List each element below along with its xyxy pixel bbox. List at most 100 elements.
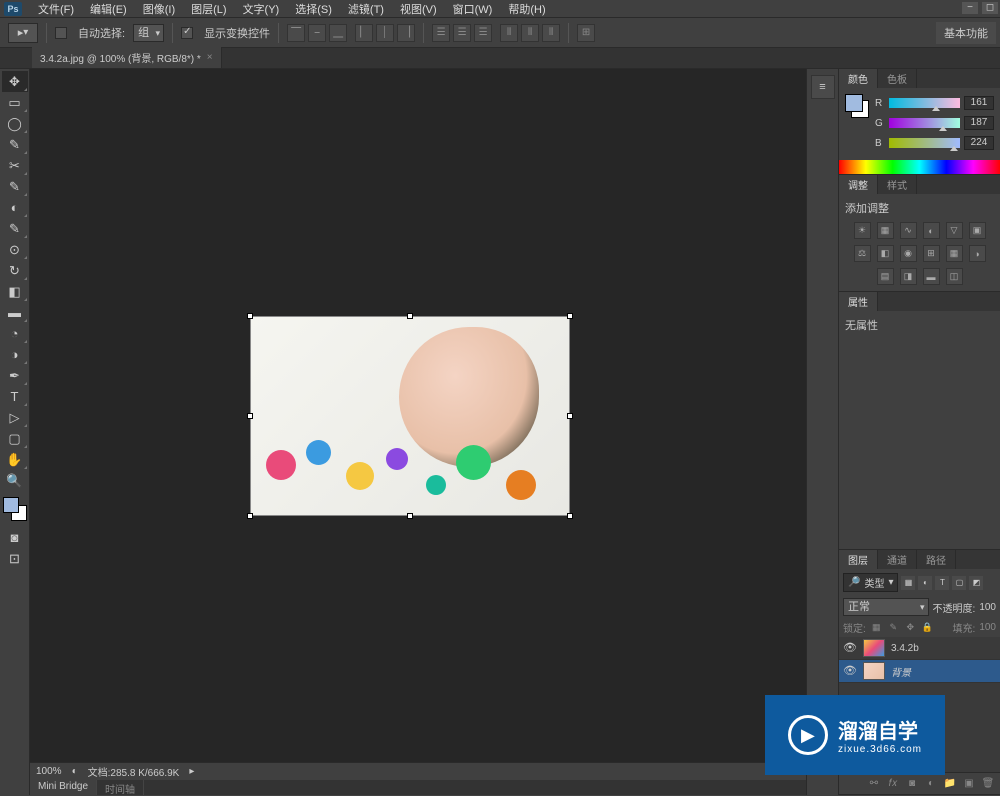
- tab-layers[interactable]: 图层: [839, 550, 878, 569]
- align-hcenter-icon[interactable]: │: [376, 24, 394, 42]
- quick-select-tool[interactable]: ✎: [2, 134, 28, 155]
- show-transform-checkbox[interactable]: [181, 27, 193, 39]
- eraser-tool[interactable]: ◧: [2, 281, 28, 302]
- doc-size[interactable]: 文档:285.8 K/666.9K: [88, 764, 180, 779]
- dist-vcenter-icon[interactable]: ☰: [453, 24, 471, 42]
- b-slider[interactable]: [889, 138, 960, 148]
- tab-styles[interactable]: 样式: [878, 175, 917, 194]
- g-slider[interactable]: [889, 118, 960, 128]
- gradient-map-icon[interactable]: ▬: [923, 268, 940, 285]
- move-tool[interactable]: ✥: [2, 71, 28, 92]
- transform-handle[interactable]: [247, 313, 253, 319]
- delete-layer-icon[interactable]: 🗑: [980, 776, 996, 792]
- screen-mode-tool[interactable]: ⊡: [2, 548, 28, 569]
- photo-filter-icon[interactable]: ◉: [900, 245, 917, 262]
- dist-top-icon[interactable]: ☰: [432, 24, 450, 42]
- foreground-color[interactable]: [3, 497, 19, 513]
- slider-thumb[interactable]: [939, 126, 947, 131]
- transform-handle[interactable]: [567, 413, 573, 419]
- layer-group-icon[interactable]: 📁: [942, 776, 958, 792]
- minimize-button[interactable]: −: [962, 2, 978, 14]
- tab-mini-bridge[interactable]: Mini Bridge: [30, 780, 97, 795]
- filter-shape-icon[interactable]: ▢: [952, 576, 966, 590]
- zoom-tool[interactable]: 🔍: [2, 470, 28, 491]
- visibility-toggle[interactable]: 👁: [843, 641, 857, 655]
- lock-pixels-icon[interactable]: ✎: [887, 621, 900, 634]
- menu-select[interactable]: 选择(S): [287, 0, 340, 19]
- transform-handle[interactable]: [567, 313, 573, 319]
- auto-align-icon[interactable]: ⊞: [577, 24, 595, 42]
- auto-select-dropdown[interactable]: 组: [133, 24, 164, 42]
- layer-row[interactable]: 👁 背景: [839, 660, 1000, 683]
- stamp-tool[interactable]: ⊙: [2, 239, 28, 260]
- type-tool[interactable]: T: [2, 386, 28, 407]
- layer-thumbnail[interactable]: [863, 662, 885, 680]
- balance-icon[interactable]: ⚖: [854, 245, 871, 262]
- tab-paths[interactable]: 路径: [917, 550, 956, 569]
- blur-tool[interactable]: ◔: [2, 323, 28, 344]
- lasso-tool[interactable]: ◯: [2, 113, 28, 134]
- lock-transparency-icon[interactable]: ▦: [870, 621, 883, 634]
- color-lookup-icon[interactable]: ▦: [946, 245, 963, 262]
- brightness-icon[interactable]: ☀: [854, 222, 871, 239]
- maximize-button[interactable]: ◻: [982, 2, 998, 14]
- align-left-icon[interactable]: ▏: [355, 24, 373, 42]
- path-select-tool[interactable]: ▷: [2, 407, 28, 428]
- layer-kind-filter[interactable]: 🔎 类型 ▾: [843, 573, 898, 592]
- tab-adjustments[interactable]: 调整: [839, 175, 878, 194]
- dist-right-icon[interactable]: ⦀: [542, 24, 560, 42]
- healing-tool[interactable]: ◐: [2, 197, 28, 218]
- exposure-icon[interactable]: ◐: [923, 222, 940, 239]
- canvas-area[interactable]: 100% ◐ 文档:285.8 K/666.9K ▸ Mini Bridge 时…: [30, 69, 806, 795]
- slider-thumb[interactable]: [950, 146, 958, 151]
- color-swatches[interactable]: [3, 497, 27, 521]
- shape-tool[interactable]: ▢: [2, 428, 28, 449]
- align-right-icon[interactable]: ▕: [397, 24, 415, 42]
- layer-name[interactable]: 背景: [891, 664, 996, 679]
- tab-properties[interactable]: 属性: [839, 292, 878, 311]
- tab-color[interactable]: 颜色: [839, 69, 878, 88]
- adjustment-layer-icon[interactable]: ◐: [923, 776, 939, 792]
- levels-icon[interactable]: ▦: [877, 222, 894, 239]
- layer-name[interactable]: 3.4.2b: [891, 643, 996, 654]
- channel-mixer-icon[interactable]: ⊞: [923, 245, 940, 262]
- menu-view[interactable]: 视图(V): [392, 0, 445, 19]
- canvas-image[interactable]: [250, 316, 570, 516]
- r-slider[interactable]: [889, 98, 960, 108]
- filter-type-icon[interactable]: T: [935, 576, 949, 590]
- status-icon[interactable]: ◐: [72, 766, 78, 777]
- dist-bottom-icon[interactable]: ☰: [474, 24, 492, 42]
- selective-color-icon[interactable]: ◫: [946, 268, 963, 285]
- posterize-icon[interactable]: ▤: [877, 268, 894, 285]
- history-panel-icon[interactable]: ≡: [811, 75, 835, 99]
- color-preview[interactable]: [845, 94, 869, 118]
- filter-pixel-icon[interactable]: ▦: [901, 576, 915, 590]
- align-vcenter-icon[interactable]: ⎯: [308, 24, 326, 42]
- brush-tool[interactable]: ✎: [2, 218, 28, 239]
- curves-icon[interactable]: ∿: [900, 222, 917, 239]
- zoom-level[interactable]: 100%: [36, 766, 62, 777]
- fg-swatch[interactable]: [845, 94, 863, 112]
- b-value[interactable]: 224: [964, 136, 994, 150]
- new-layer-icon[interactable]: ▣: [961, 776, 977, 792]
- bw-icon[interactable]: ◧: [877, 245, 894, 262]
- menu-image[interactable]: 图像(I): [135, 0, 183, 19]
- layer-row[interactable]: 👁 3.4.2b: [839, 637, 1000, 660]
- transform-handle[interactable]: [407, 513, 413, 519]
- g-value[interactable]: 187: [964, 116, 994, 130]
- transform-handle[interactable]: [247, 513, 253, 519]
- opacity-value[interactable]: 100: [979, 602, 996, 613]
- align-top-icon[interactable]: ⎺: [287, 24, 305, 42]
- transform-handle[interactable]: [247, 413, 253, 419]
- gradient-tool[interactable]: ▬: [2, 302, 28, 323]
- tab-channels[interactable]: 通道: [878, 550, 917, 569]
- menu-layer[interactable]: 图层(L): [183, 0, 234, 19]
- menu-text[interactable]: 文字(Y): [235, 0, 288, 19]
- hue-icon[interactable]: ▣: [969, 222, 986, 239]
- dodge-tool[interactable]: ◑: [2, 344, 28, 365]
- blend-mode-dropdown[interactable]: 正常: [843, 598, 929, 616]
- workspace-switcher[interactable]: 基本功能: [936, 22, 996, 44]
- document-tab[interactable]: 3.4.2a.jpg @ 100% (背景, RGB/8*) * ×: [32, 47, 222, 68]
- status-arrow-icon[interactable]: ▸: [189, 766, 194, 777]
- transform-handle[interactable]: [567, 513, 573, 519]
